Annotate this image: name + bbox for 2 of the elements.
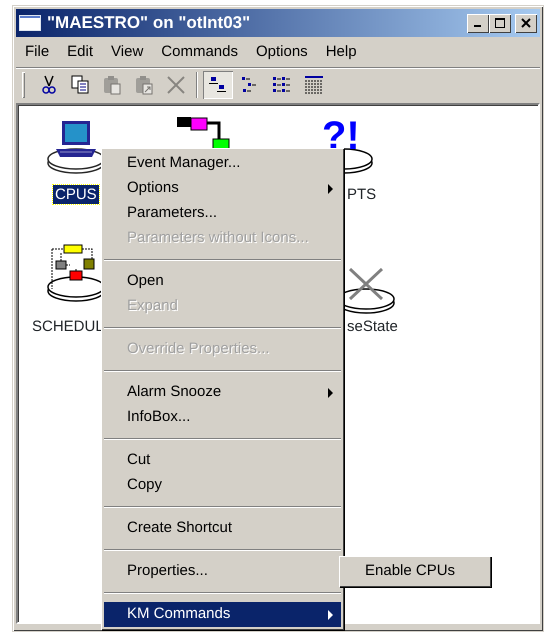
help-glyph: ?!: [322, 115, 360, 158]
window-title: "MAESTRO" on "otInt03": [47, 12, 250, 34]
